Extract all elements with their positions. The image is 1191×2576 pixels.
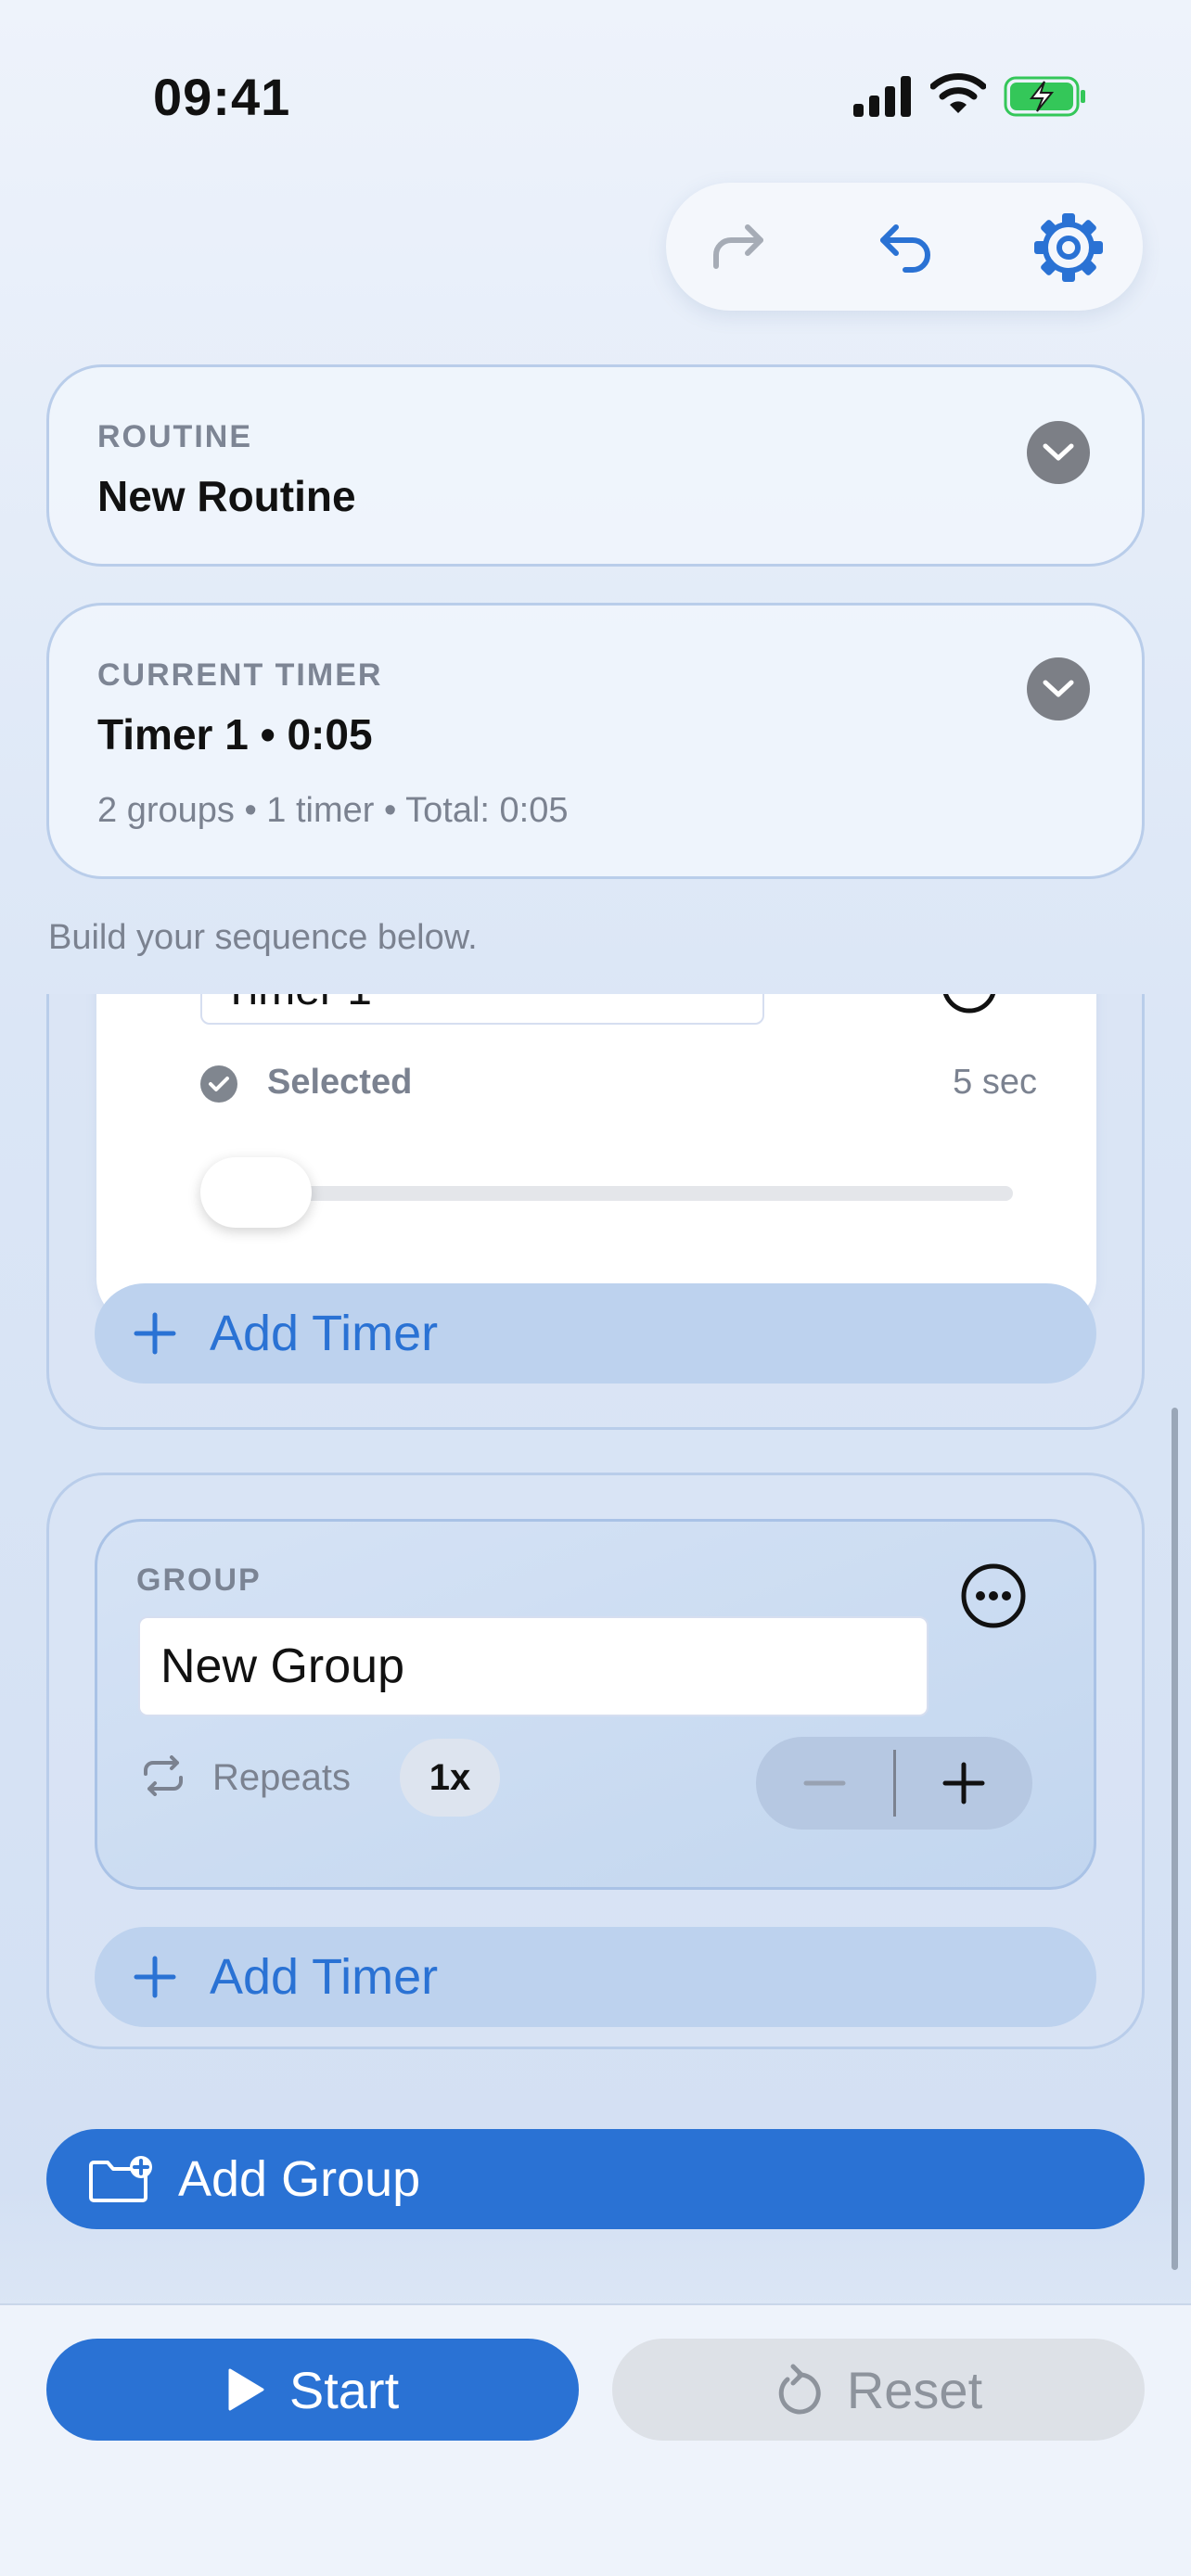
reset-icon — [778, 2364, 821, 2415]
current-timer-label: CURRENT TIMER — [97, 657, 383, 693]
current-timer-dropdown-button[interactable] — [1027, 657, 1090, 721]
timer-status: Selected — [267, 1063, 413, 1102]
current-timer-value: Timer 1 • 0:05 — [97, 710, 373, 759]
timer-duration-slider[interactable] — [200, 1186, 1013, 1201]
timer-name-input[interactable]: Timer 1 — [200, 994, 764, 1025]
reset-button[interactable]: Reset — [612, 2339, 1145, 2441]
add-timer-label: Add Timer — [210, 1949, 439, 2005]
chevron-down-icon — [1043, 443, 1074, 461]
play-icon — [228, 2368, 264, 2411]
repeats-count: 1x — [400, 1739, 500, 1817]
repeat-icon — [144, 1755, 183, 1796]
settings-button[interactable] — [1031, 210, 1106, 285]
routine-name: New Routine — [97, 472, 356, 520]
increment-button[interactable] — [895, 1737, 1032, 1830]
scrollbar[interactable] — [1172, 1408, 1178, 2270]
redo-icon — [713, 224, 763, 269]
battery-charging-icon — [1004, 76, 1085, 117]
timer-slider-thumb[interactable] — [200, 1157, 312, 1228]
group-name-input[interactable]: New Group — [138, 1616, 928, 1716]
top-toolbar — [666, 183, 1143, 311]
add-timer-button-1[interactable]: Add Timer — [95, 1283, 1096, 1384]
routine-label: ROUTINE — [97, 419, 252, 454]
group-label: GROUP — [136, 1562, 262, 1598]
cellular-signal-icon — [853, 76, 911, 117]
ellipsis-circle-icon[interactable] — [960, 1562, 1027, 1629]
redo-button[interactable] — [703, 210, 777, 285]
routine-dropdown-button[interactable] — [1027, 421, 1090, 484]
sequence-list[interactable]: Timer 1 Selected 5 sec Add Timer GROUP N… — [0, 994, 1191, 2303]
wifi-icon — [930, 73, 986, 113]
timer-duration: 5 sec — [953, 1063, 1037, 1102]
routine-selector[interactable]: ROUTINE New Routine — [46, 364, 1145, 567]
plus-icon — [134, 1312, 176, 1355]
undo-button[interactable] — [866, 210, 941, 285]
routine-summary: 2 groups • 1 timer • Total: 0:05 — [97, 791, 569, 830]
undo-icon — [880, 224, 930, 273]
minus-icon — [803, 1780, 846, 1786]
group-header-card: GROUP New Group Repeats 1x — [95, 1519, 1096, 1890]
add-group-label: Add Group — [178, 2151, 421, 2207]
start-label: Start — [288, 2360, 400, 2419]
add-group-button[interactable]: Add Group — [46, 2129, 1145, 2229]
decrement-button[interactable] — [756, 1737, 893, 1830]
repeats-stepper — [756, 1737, 1032, 1830]
selected-check-icon — [200, 1065, 237, 1103]
gear-icon — [1034, 213, 1103, 282]
status-time: 09:41 — [153, 68, 291, 126]
repeats-label: Repeats — [212, 1757, 351, 1798]
current-timer-selector[interactable]: CURRENT TIMER Timer 1 • 0:05 2 groups • … — [46, 603, 1145, 879]
plus-icon — [134, 1956, 176, 1998]
start-button[interactable]: Start — [46, 2339, 579, 2441]
sequence-hint: Build your sequence below. — [48, 918, 478, 957]
add-timer-label: Add Timer — [210, 1306, 439, 1361]
plus-icon — [942, 1762, 985, 1804]
folder-add-icon — [89, 2156, 152, 2202]
timer-card-1[interactable]: Timer 1 Selected 5 sec — [96, 994, 1096, 1325]
add-timer-button-2[interactable]: Add Timer — [95, 1927, 1096, 2027]
chevron-down-icon — [1043, 680, 1074, 697]
reset-label: Reset — [846, 2360, 983, 2419]
timer-more-icon[interactable] — [941, 994, 998, 1014]
